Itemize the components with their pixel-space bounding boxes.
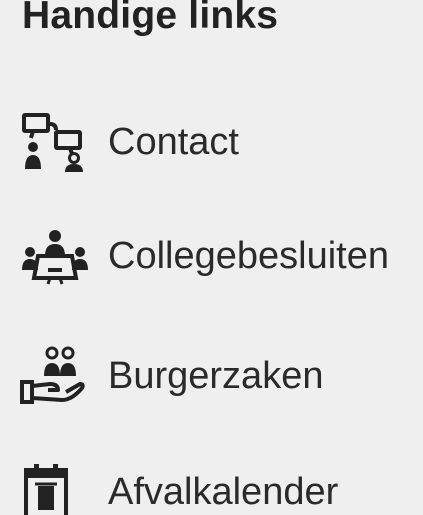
civil-affairs-hand-icon bbox=[20, 346, 90, 406]
section-title: Handige links bbox=[22, 0, 279, 37]
link-label: Collegebesluiten bbox=[108, 234, 389, 277]
link-label: Afvalkalender bbox=[108, 470, 339, 513]
link-collegebesluiten[interactable]: Collegebesluiten bbox=[20, 226, 389, 286]
link-afvalkalender[interactable]: Afvalkalender bbox=[20, 462, 338, 515]
link-burgerzaken[interactable]: Burgerzaken bbox=[20, 346, 323, 406]
council-meeting-icon bbox=[20, 226, 90, 286]
link-label: Contact bbox=[108, 120, 239, 163]
waste-calendar-icon bbox=[20, 462, 90, 515]
handy-links-panel: Handige links Contact Collegebesluiten B… bbox=[0, 0, 423, 515]
link-contact[interactable]: Contact bbox=[20, 112, 239, 172]
contact-people-chat-icon bbox=[20, 112, 90, 172]
link-label: Burgerzaken bbox=[108, 354, 324, 397]
